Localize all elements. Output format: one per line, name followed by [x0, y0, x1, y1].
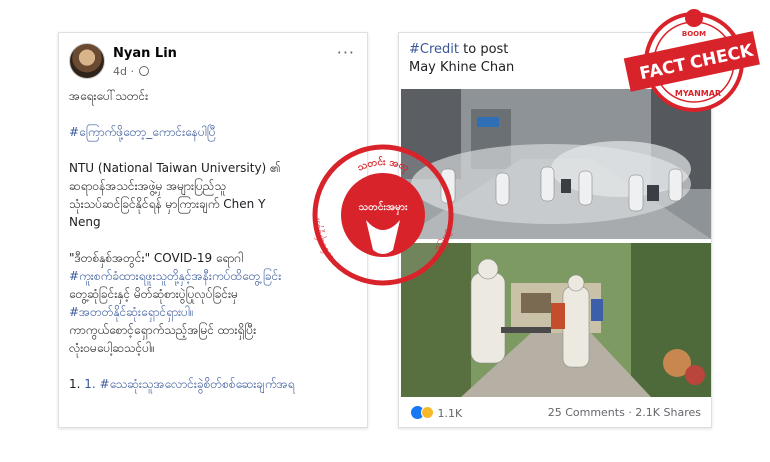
false-news-stamp: သတင်း အတု ထင်ရော်မှုမှား ဝါဒဖြန့် သတင်းအ…	[312, 144, 454, 286]
hashtag-link[interactable]: #ကြောက်ဖို့တော့_ကောင်းနေပါပြီ	[69, 123, 357, 141]
badge-boom: BOOM	[682, 30, 706, 38]
post-line: အရေးပေါ်သတင်း	[69, 89, 149, 103]
comments-shares[interactable]: 25 Comments · 2.1K Shares	[548, 406, 701, 419]
boom-fact-check-badge: BOOM FACT CHECK MYANMAR	[623, 9, 760, 112]
post-line: ကာကွယ်စောင့်ရှောက်သည့်အမြင် ထားရှိပြီး	[69, 323, 257, 337]
post-header: Nyan Lin 4d · ···	[59, 33, 367, 87]
avatar[interactable]	[69, 43, 105, 79]
caption-text: to post	[459, 42, 509, 57]
stamp-center-text: သတင်းအမှား	[358, 200, 407, 215]
post-time[interactable]: 4d	[113, 65, 127, 78]
reactions[interactable]: 1.1K	[411, 406, 462, 420]
reaction-count: 1.1K	[437, 407, 463, 420]
post-line: လုံးဝမပေါ့ဆသင့်ပါ။	[69, 341, 155, 355]
more-options-button[interactable]: ···	[337, 43, 355, 62]
sad-reaction-icon	[421, 406, 434, 419]
hashtag-link[interactable]: #Credit	[409, 42, 459, 57]
badge-country: MYANMAR	[675, 89, 721, 98]
hashtag-link[interactable]: 1. #သေဆုံးသူအလောင်းခွဲစိတ်စစ်ဆေးချက်အရ	[84, 377, 294, 391]
globe-icon	[139, 66, 150, 76]
post-footer: 1.1K 25 Comments · 2.1K Shares	[399, 397, 711, 427]
bomb-icon	[685, 9, 703, 27]
hashtag-link[interactable]: #အတတ်နိုင်ဆုံးရှောင်ရှားပါ။	[69, 303, 357, 321]
post-meta: 4d ·	[113, 65, 150, 78]
author-name[interactable]: Nyan Lin	[113, 46, 177, 61]
post-line-numbered: 1. 1. #သေဆုံးသူအလောင်းခွဲစိတ်စစ်ဆေးချက်အ…	[69, 377, 295, 391]
